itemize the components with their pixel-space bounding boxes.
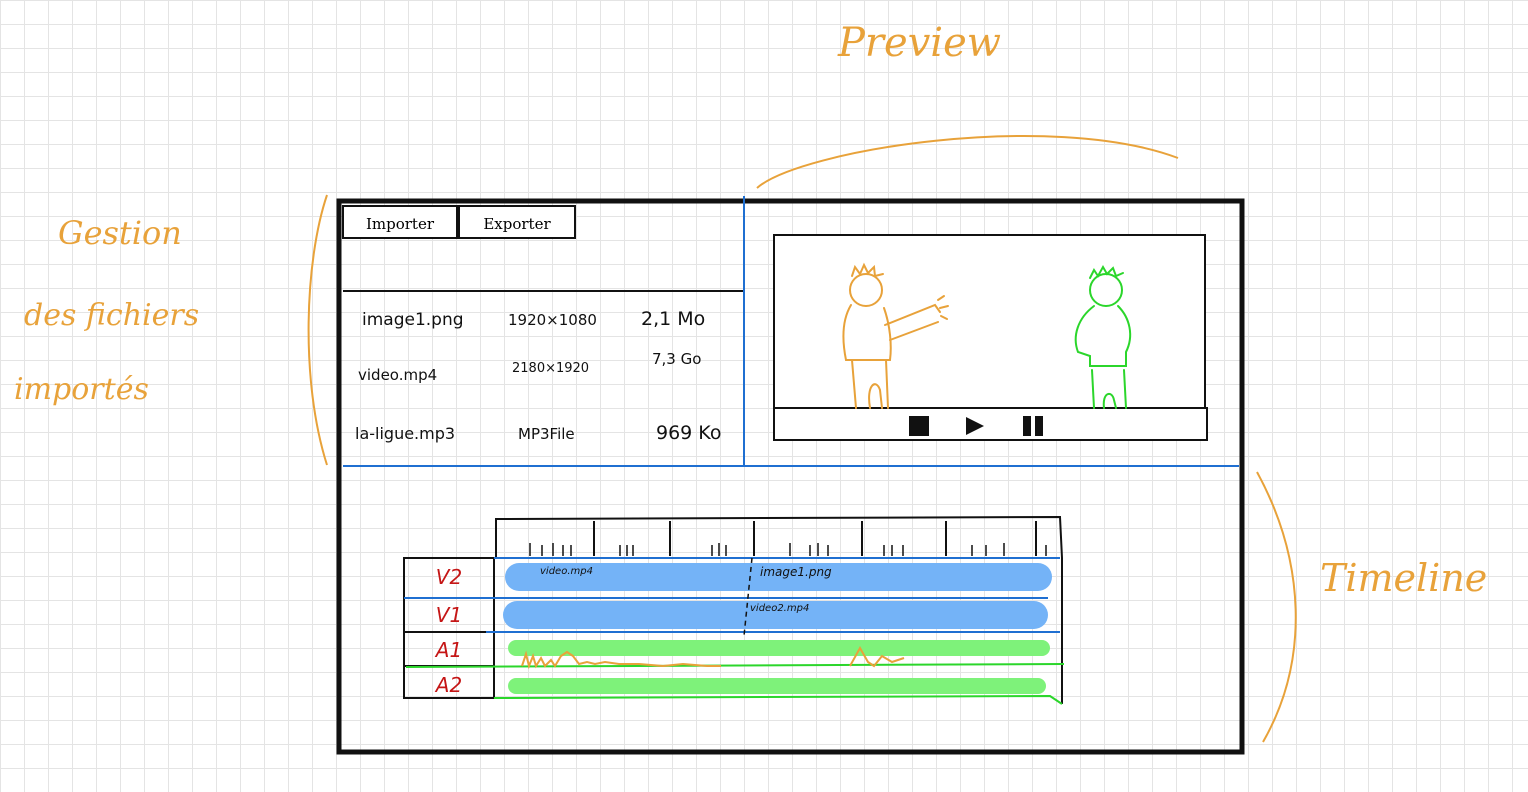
preview-annotation: Preview (838, 20, 1002, 66)
file-section-bracket (307, 194, 328, 466)
timeline-annotation: Timeline (1320, 556, 1488, 600)
timeline-bracket (1256, 471, 1297, 743)
track-label-v2: V2 (435, 565, 463, 589)
annotation-line: importés (14, 372, 149, 407)
track-label-a2: A2 (435, 673, 463, 697)
player-controls-bar (773, 407, 1208, 441)
file-size: 969 Ko (656, 422, 722, 444)
file-name: la-ligue.mp3 (355, 424, 456, 443)
file-section-annotation: Gestion des fichiers importés (14, 214, 250, 414)
vertical-panel-divider[interactable] (743, 196, 745, 466)
preview-viewport (773, 234, 1206, 409)
a1-clip[interactable] (508, 640, 1050, 656)
file-resolution: 2180×1920 (512, 361, 590, 376)
annotation-line: Gestion (58, 214, 182, 252)
file-resolution: 1920×1080 (508, 311, 597, 329)
export-button[interactable]: Exporter (458, 205, 576, 239)
horizontal-panel-divider[interactable] (343, 465, 1239, 467)
clip-label: image1.png (760, 565, 832, 579)
annotation-line: des fichiers (24, 298, 200, 333)
timeline-ruler (495, 515, 1063, 559)
file-name: video.mp4 (358, 366, 438, 384)
file-size: 2,1 Mo (641, 308, 706, 330)
track-label-a1: A1 (435, 638, 463, 662)
a2-clip[interactable] (508, 678, 1046, 694)
clip-label: video2.mp4 (750, 603, 810, 614)
file-size: 7,3 Go (652, 350, 702, 368)
preview-bracket (756, 135, 1179, 189)
file-resolution: MP3File (518, 425, 575, 443)
file-name: image1.png (362, 310, 464, 330)
import-button[interactable]: Importer (342, 205, 458, 239)
track-label-v1: V1 (435, 603, 463, 627)
stop-icon[interactable] (909, 416, 929, 436)
clip-label: video.mp4 (540, 566, 593, 577)
